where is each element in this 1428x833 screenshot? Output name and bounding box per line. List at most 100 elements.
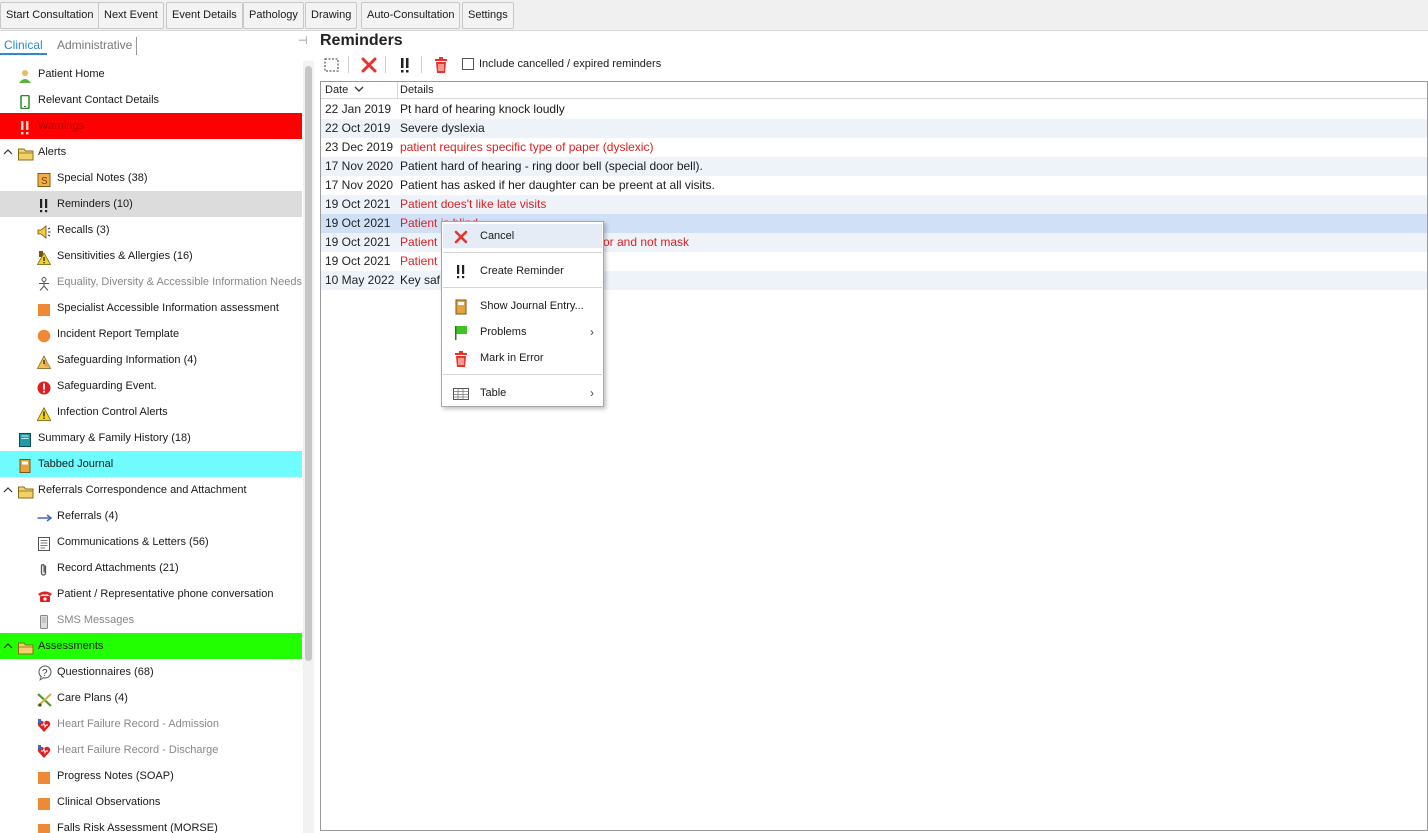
tab-clinical[interactable]: Clinical [0,37,47,55]
tree-item-label: Record Attachments (21) [57,562,179,574]
pathology-button[interactable]: Pathology [243,2,304,29]
row-details: Severe dyslexia [400,121,485,135]
tree-item-label: Heart Failure Record - Admission [57,718,220,730]
sort-chevron-down-icon[interactable] [353,83,365,98]
tree-item[interactable]: Tabbed Journal [0,451,302,477]
tree-item-label: Care Plans (4) [57,692,128,704]
telephone-icon [37,587,52,602]
tree-item[interactable]: Care Plans (4) [0,685,302,711]
row-date: 19 Oct 2021 [325,254,391,268]
tree-item[interactable]: S Special Notes (38) [0,165,302,191]
tree-item-label: Incident Report Template [57,328,180,340]
tree-scrollbar-thumb[interactable] [305,66,312,661]
menu-divider [443,374,602,375]
tab-administrative[interactable]: Administrative [53,37,138,55]
tree-item[interactable]: Safeguarding Event. [0,373,302,399]
table-row[interactable]: 23 Dec 2019 patient requires specific typ… [321,138,1427,157]
person-icon [37,275,51,291]
tree-item[interactable]: Patient Home [0,61,302,87]
tree-item[interactable]: Reminders (10) [0,191,302,217]
event-details-button[interactable]: Event Details [166,2,243,29]
tree-item[interactable]: Communications & Letters (56) [0,529,302,555]
table-row[interactable]: 17 Nov 2020 Patient has asked if her daug… [321,176,1427,195]
flag-icon [453,325,467,340]
tree-item-label: Special Notes (38) [57,172,148,184]
tree-item[interactable]: Summary & Family History (18) [0,425,302,451]
include-cancelled-checkbox[interactable] [462,58,474,70]
heart-icon [37,743,51,758]
paperclip-icon [37,561,51,576]
table-row[interactable]: 22 Oct 2019 Severe dyslexia [321,119,1427,138]
megaphone-icon [37,223,51,239]
tree-item[interactable]: ? Questionnaires (68) [0,659,302,685]
tree-item-label: Specialist Accessible Information assess… [57,302,279,314]
tree-item-label: Summary & Family History (18) [38,432,191,444]
tree-item[interactable]: Recalls (3) [0,217,302,243]
table-row[interactable]: 22 Jan 2019 Pt hard of hearing knock loud… [321,100,1427,119]
tree-item[interactable]: Warnings [0,113,302,139]
pin-icon[interactable]: ⊣ [298,34,308,47]
tree-item-label: Progress Notes (SOAP) [57,770,174,782]
tree-item[interactable]: Referrals (4) [0,503,302,529]
table-row[interactable]: 19 Oct 2021 Patient does't like late visi… [321,195,1427,214]
tree-item-label: Falls Risk Assessment (MORSE) [57,822,218,833]
tree-item-label: Referrals Correspondence and Attachment [38,484,247,496]
tree-item-label: Assessments [38,640,104,652]
tree-item[interactable]: Assessments [0,633,302,659]
start-consultation-button[interactable]: Start Consultation [0,2,100,29]
tree-item-label: Safeguarding Event. [57,380,157,392]
menu-item-label: Show Journal Entry... [480,300,584,312]
cancel-reminder-icon[interactable] [359,55,379,75]
tree-item[interactable]: Falls Risk Assessment (MORSE) [0,815,302,833]
row-date: 22 Jan 2019 [325,102,392,116]
clinical-tree: Patient Home Relevant Contact Details Warn… [0,61,302,833]
column-details[interactable]: Details [400,84,434,96]
warning-exclamation-icon [18,119,32,135]
tree-item[interactable]: Patient / Representative phone conversat… [0,581,302,607]
tree-item[interactable]: Safeguarding Information (4) [0,347,302,373]
tree-item[interactable]: Specialist Accessible Information assess… [0,295,302,321]
select-all-icon[interactable] [322,55,342,75]
tree-item[interactable]: Progress Notes (SOAP) [0,763,302,789]
tree-item[interactable]: Sensitivities & Allergies (16) [0,243,302,269]
column-divider[interactable] [397,82,398,99]
tree-item-label: Alerts [38,146,67,158]
row-details: Key saf [400,273,441,287]
drawing-button[interactable]: Drawing [305,2,358,29]
menu-item-table[interactable]: Table › [443,381,602,405]
tree-item[interactable]: Infection Control Alerts [0,399,302,425]
tree-item-label: Infection Control Alerts [57,406,168,418]
row-date: 17 Nov 2020 [325,178,394,192]
menu-item-create-reminder[interactable]: Create Reminder [443,259,602,283]
create-reminder-icon[interactable] [395,55,415,75]
next-event-button[interactable]: Next Event [98,2,164,29]
navigation-panel: Clinical Administrative ⊣ Patient Home Re… [0,31,316,833]
auto-consultation-button[interactable]: Auto-Consultation [361,2,461,29]
tree-item[interactable]: Equality, Diversity & Accessible Informa… [0,269,302,295]
tree-item-label: Patient / Representative phone conversat… [57,588,274,600]
column-date[interactable]: Date [325,84,348,96]
menu-item-mark-in-error[interactable]: Mark in Error [443,346,602,370]
delete-trash-icon[interactable] [431,55,451,75]
tree-item[interactable]: Alerts [0,139,302,165]
tree-item[interactable]: Heart Failure Record - Admission [0,711,302,737]
row-details: patient requires specific type of paper … [400,140,654,154]
tree-item[interactable]: Record Attachments (21) [0,555,302,581]
row-details: Patient [400,235,438,249]
menu-item-cancel[interactable]: Cancel [443,224,602,248]
menu-item-problems[interactable]: Problems › [443,320,602,344]
row-date: 10 May 2022 [325,273,395,287]
row-details: Patient has asked if her daughter can be… [400,178,715,192]
tree-item[interactable]: Referrals Correspondence and Attachment [0,477,302,503]
tree-item[interactable]: Incident Report Template [0,321,302,347]
tree-item[interactable]: SMS Messages [0,607,302,633]
tree-item[interactable]: Relevant Contact Details [0,87,302,113]
table-row[interactable]: 17 Nov 2020 Patient hard of hearing - rin… [321,157,1427,176]
table-header: Date Details [321,82,1427,99]
tree-item[interactable]: Clinical Observations [0,789,302,815]
tree-item[interactable]: Heart Failure Record - Discharge [0,737,302,763]
reminders-table: Date Details 22 Jan 2019 Pt hard of heari… [320,81,1428,831]
settings-button[interactable]: Settings [462,2,514,29]
menu-item-show-journal-entry[interactable]: Show Journal Entry... [443,294,602,318]
phone-icon [18,93,32,110]
